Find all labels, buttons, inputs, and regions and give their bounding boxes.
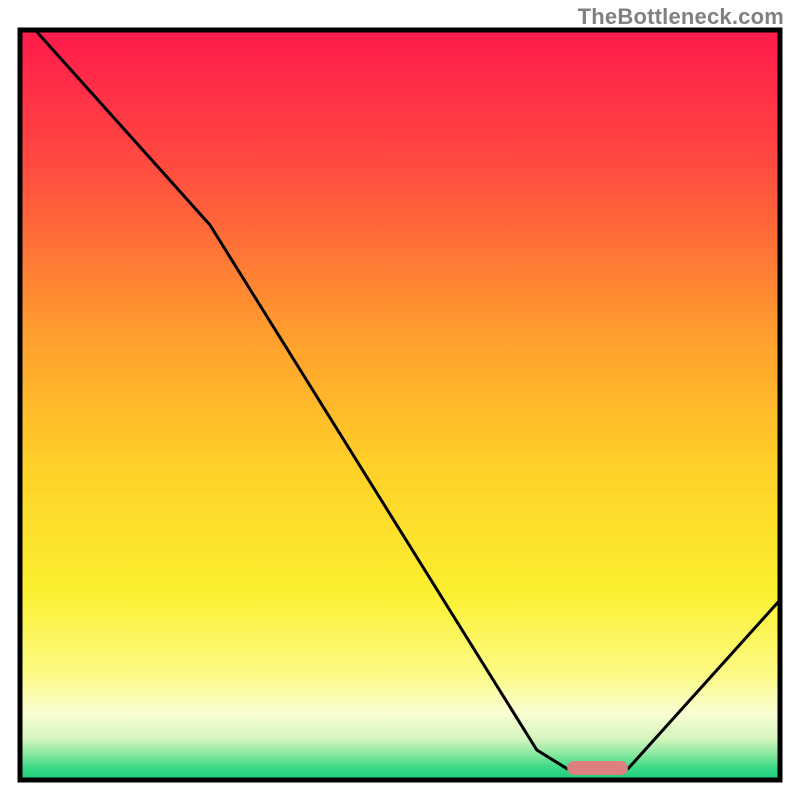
chart-background [20, 30, 780, 780]
chart-container: TheBottleneck.com [0, 0, 800, 800]
bottleneck-chart [0, 0, 800, 800]
watermark-text: TheBottleneck.com [578, 4, 784, 30]
optimal-marker [567, 761, 628, 775]
